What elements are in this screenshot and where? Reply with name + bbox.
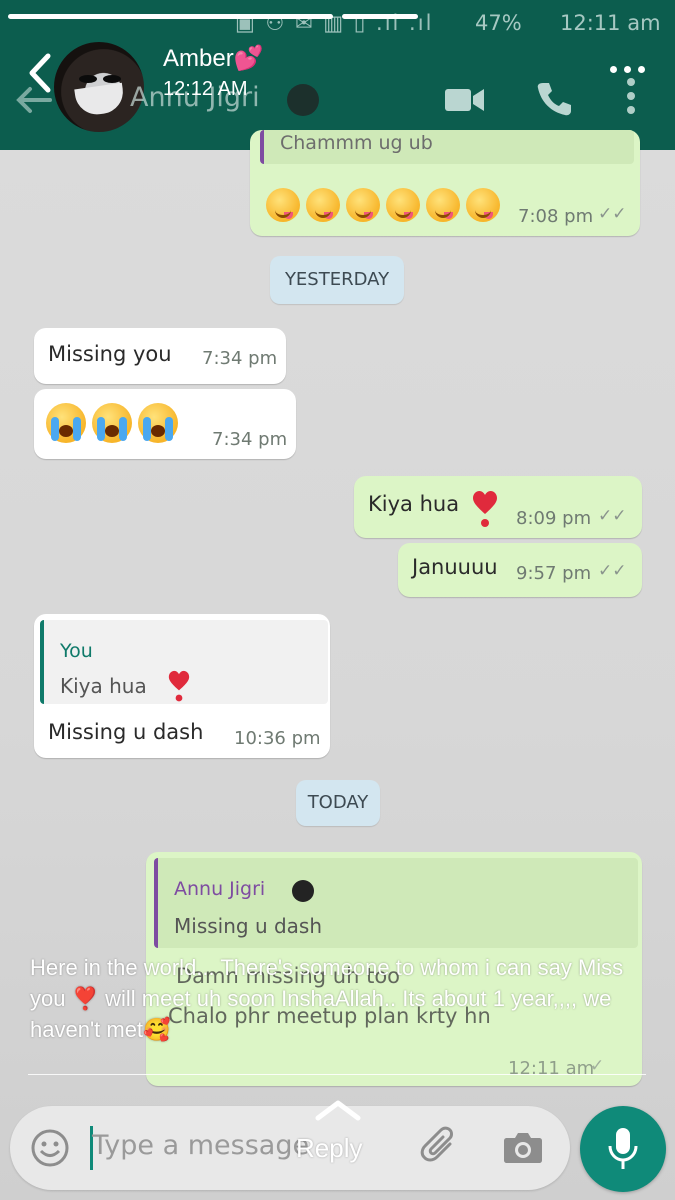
crying-emoji-icon xyxy=(46,403,86,443)
yum-emoji-icon xyxy=(306,188,340,222)
mic-button[interactable] xyxy=(580,1106,666,1192)
read-ticks-icon: ✓✓ xyxy=(598,506,627,526)
avatar-eye xyxy=(103,75,121,83)
message-bubble-outgoing: Kiya hua 8:09 pm ✓✓ xyxy=(354,476,642,538)
yum-emoji-icon xyxy=(466,188,500,222)
yum-emoji-icon xyxy=(346,188,380,222)
message-input-placeholder: Type a message xyxy=(92,1130,310,1161)
camera-icon[interactable] xyxy=(503,1130,543,1164)
crying-emoji-icon xyxy=(92,403,132,443)
message-time: 9:57 pm xyxy=(516,563,592,584)
message-text: Kiya hua xyxy=(368,492,460,516)
quoted-author: Annu Jigri xyxy=(174,878,266,900)
more-horizontal-icon[interactable] xyxy=(610,66,650,76)
story-progress-segment-1 xyxy=(8,14,333,19)
quoted-message: Annu Jigri Missing u dash xyxy=(154,858,638,948)
avatar-eye xyxy=(79,75,97,83)
message-bubble-incoming: Missing you 7:34 pm xyxy=(34,328,286,384)
quoted-message: Chammm ug ub xyxy=(260,130,634,164)
date-divider-label: TODAY xyxy=(307,792,369,813)
read-ticks-icon: ✓✓ xyxy=(598,561,627,581)
read-ticks-icon: ✓ xyxy=(590,1056,605,1076)
mic-icon xyxy=(608,1128,638,1169)
new-moon-emoji-icon xyxy=(287,84,319,116)
date-divider: TODAY xyxy=(296,780,380,826)
more-vertical-icon xyxy=(627,78,637,116)
message-time: 7:34 pm xyxy=(202,348,278,369)
reply-button[interactable]: Reply xyxy=(296,1133,362,1164)
quoted-message: You Kiya hua xyxy=(40,620,328,704)
quoted-text: Missing u dash xyxy=(174,914,323,938)
new-moon-emoji-icon xyxy=(292,880,314,902)
quoted-text: Kiya hua xyxy=(60,674,147,698)
avatar-veil xyxy=(74,82,126,118)
heart-exclamation-icon xyxy=(473,491,497,527)
quoted-author: You xyxy=(60,640,93,662)
story-user-name: Amber💕 xyxy=(163,45,264,72)
paperclip-icon[interactable] xyxy=(420,1126,460,1168)
battery-level: 47% xyxy=(475,11,522,35)
message-bubble-incoming: 7:34 pm xyxy=(34,389,296,459)
story-caption: Here in the world... There's someone to … xyxy=(30,955,624,1042)
message-text: Missing u dash xyxy=(48,720,204,744)
status-bar: ▣ ⚇ ✉ ▥ ▯ .ıl .ıl 47% 12:11 am xyxy=(0,8,675,38)
message-time: 10:36 pm xyxy=(234,728,321,749)
caption-divider xyxy=(28,1074,646,1075)
status-time: 12:11 am xyxy=(560,11,661,35)
date-divider: YESTERDAY xyxy=(270,256,404,304)
yum-emoji-icon xyxy=(426,188,460,222)
message-time: 7:08 pm xyxy=(518,206,594,227)
message-bubble-outgoing: Januuuu 9:57 pm ✓✓ xyxy=(398,543,642,597)
message-bubble-incoming: You Kiya hua Missing u dash 10:36 pm xyxy=(34,614,330,758)
message-text: Missing you xyxy=(48,342,172,366)
yum-emoji-icon xyxy=(386,188,420,222)
date-divider-label: YESTERDAY xyxy=(284,269,390,290)
quoted-text: Chammm ug ub xyxy=(280,132,433,154)
yum-emoji-icon xyxy=(266,188,300,222)
message-text: Januuuu xyxy=(412,555,498,579)
chevron-up-icon[interactable] xyxy=(314,1098,362,1122)
video-call-icon[interactable] xyxy=(444,86,486,114)
message-time: 7:34 pm xyxy=(212,429,288,450)
message-time: 12:11 am xyxy=(508,1058,595,1079)
message-bubble-outgoing: Chammm ug ub 7:08 pm ✓✓ xyxy=(250,130,640,236)
read-ticks-icon: ✓✓ xyxy=(598,204,627,224)
smiley-icon[interactable] xyxy=(30,1128,70,1168)
message-time: 8:09 pm xyxy=(516,508,592,529)
story-time: 12:12 AM xyxy=(163,78,248,100)
crying-emoji-icon xyxy=(138,403,178,443)
heart-exclamation-icon xyxy=(168,670,190,702)
story-progress-segment-2 xyxy=(342,14,418,19)
phone-icon[interactable] xyxy=(535,80,573,118)
